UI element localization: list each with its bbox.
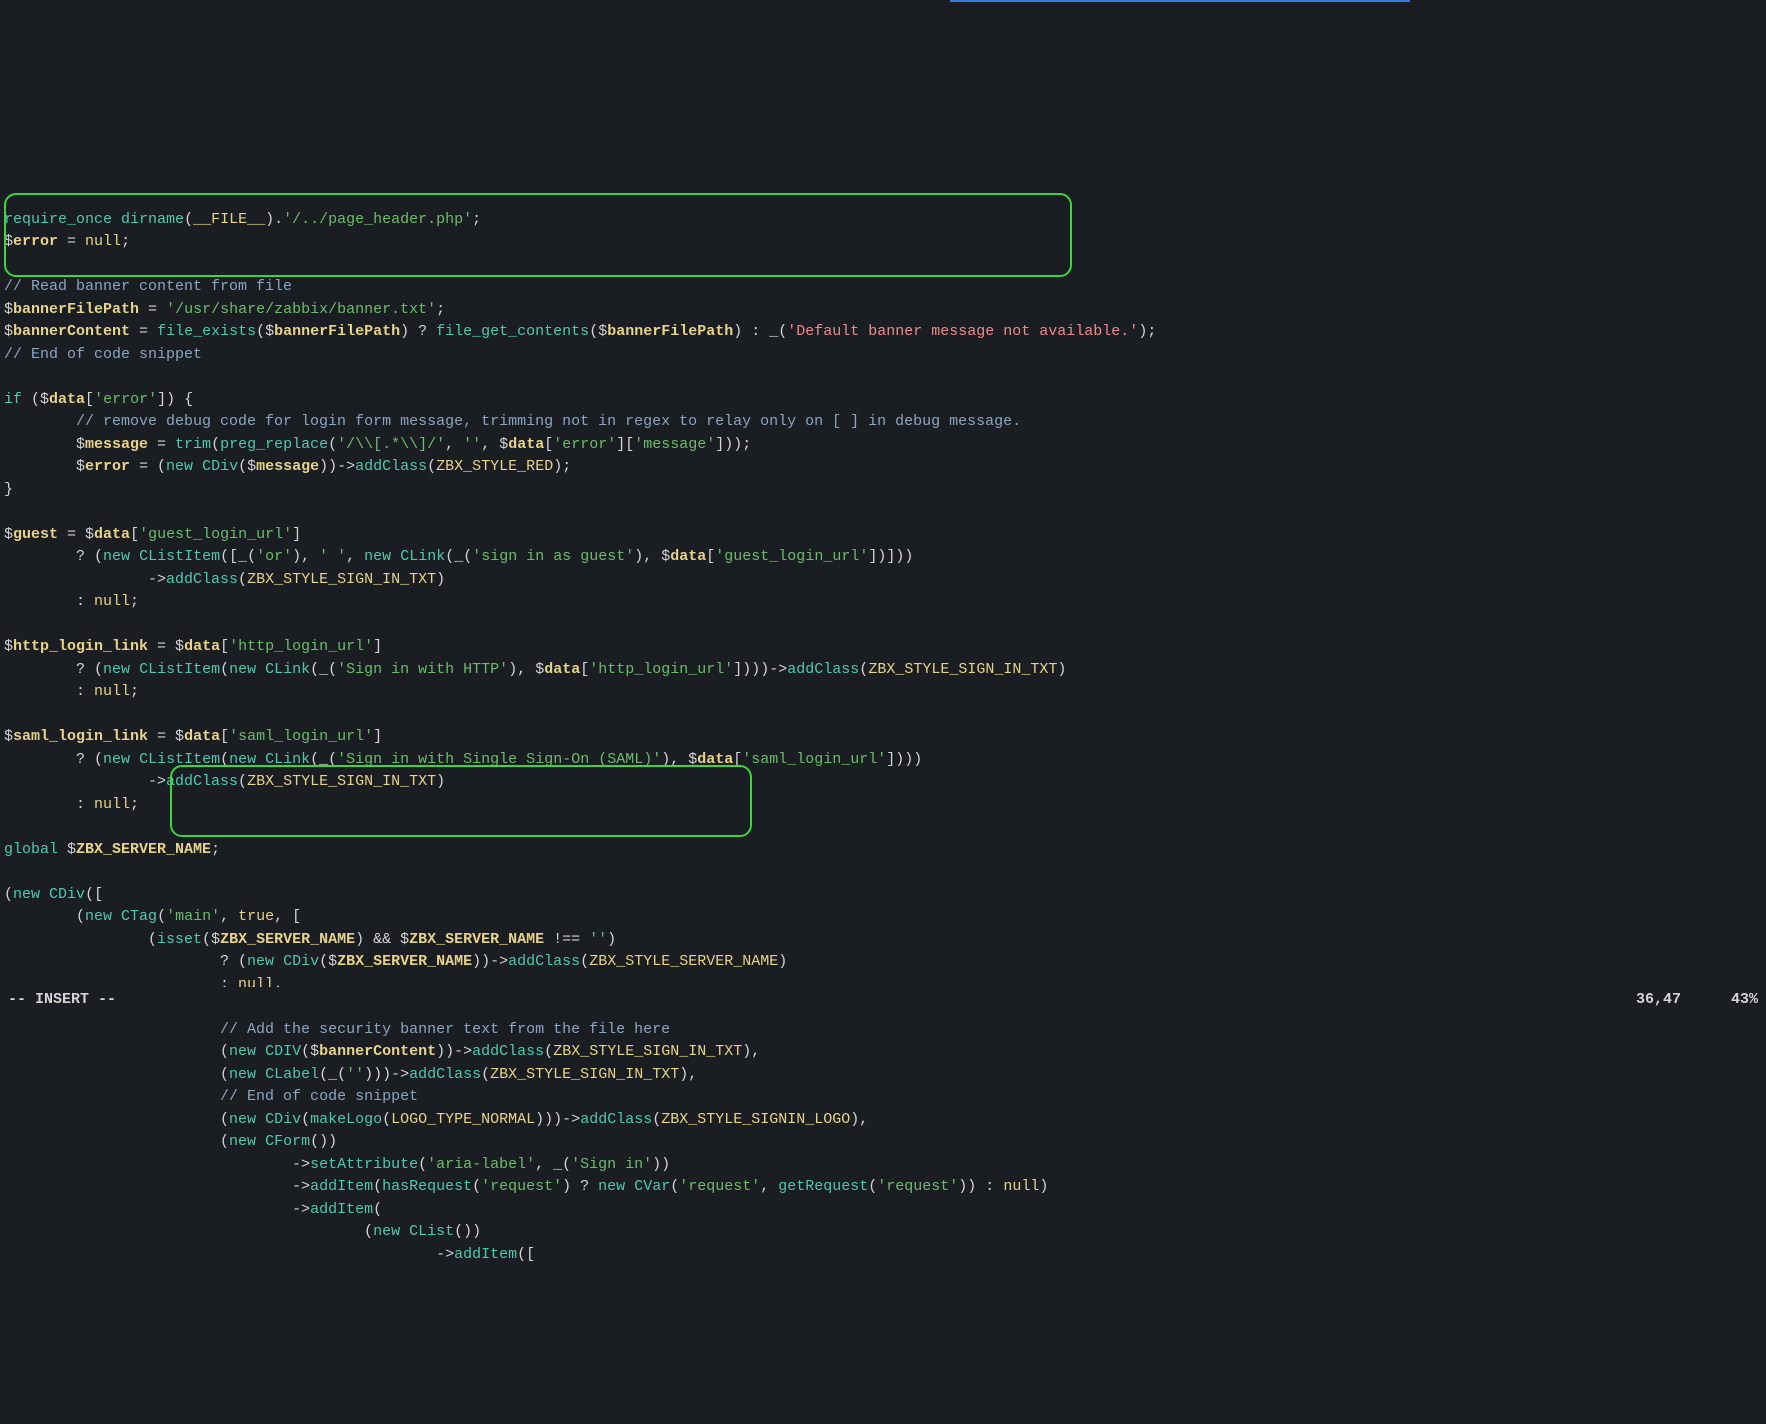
code-line: // End of code snippet [4,346,202,363]
code-line: ->setAttribute('aria-label', _('Sign in'… [4,1156,670,1173]
code-line: $bannerContent = file_exists($bannerFile… [4,323,1156,340]
code-line: (new CDiv([ [4,886,103,903]
code-line: : null; [4,796,139,813]
code-line: $message = trim(preg_replace('/\\[.*\\]/… [4,436,751,453]
code-line: ->addItem(hasRequest('request') ? new CV… [4,1178,1048,1195]
code-line: ->addItem( [4,1201,382,1218]
highlight-box-banner-read [4,193,1072,277]
code-line: (new CDiv(makeLogo(LOGO_TYPE_NORMAL)))->… [4,1111,868,1128]
code-line: (isset($ZBX_SERVER_NAME) && $ZBX_SERVER_… [4,931,616,948]
tab-indicator [950,0,1410,2]
code-line: (new CLabel(_('')))->addClass(ZBX_STYLE_… [4,1066,697,1083]
code-line: ? (new CListItem(new CLink(_('Sign in wi… [4,751,922,768]
cursor-position: 36,47 [1636,989,1681,1012]
editor-mode: -- INSERT -- [8,989,116,1012]
code-line: $http_login_link = $data['http_login_url… [4,638,382,655]
code-line: ->addItem([ [4,1246,535,1263]
code-line: if ($data['error']) { [4,391,193,408]
code-line: (new CForm()) [4,1133,337,1150]
code-line: (new CList()) [4,1223,481,1240]
code-line: ? (new CDiv($ZBX_SERVER_NAME))->addClass… [4,953,787,970]
code-line: (new CDIV($bannerContent))->addClass(ZBX… [4,1043,760,1060]
code-line: : null; [4,593,139,610]
code-line: ? (new CListItem([_('or'), ' ', new CLin… [4,548,913,565]
code-line: // Read banner content from file [4,278,292,295]
code-line: (new CTag('main', true, [ [4,908,301,925]
scroll-percent: 43% [1731,989,1758,1012]
code-line: $saml_login_link = $data['saml_login_url… [4,728,382,745]
status-bar: -- INSERT -- 36,47 43% [0,987,1766,1014]
code-line: $error = (new CDiv($message))->addClass(… [4,458,571,475]
code-line: $guest = $data['guest_login_url'] [4,526,301,543]
code-line: require_once dirname(__FILE__).'/../page… [4,211,481,228]
code-line: } [4,481,13,498]
code-line: global $ZBX_SERVER_NAME; [4,841,220,858]
code-line: $bannerFilePath = '/usr/share/zabbix/ban… [4,301,445,318]
code-line: // remove debug code for login form mess… [4,413,1021,430]
code-editor[interactable]: require_once dirname(__FILE__).'/../page… [4,141,1766,1266]
code-line: ->addClass(ZBX_STYLE_SIGN_IN_TXT) [4,571,445,588]
code-line: : null; [4,683,139,700]
code-line: ->addClass(ZBX_STYLE_SIGN_IN_TXT) [4,773,445,790]
code-line: ? (new CListItem(new CLink(_('Sign in wi… [4,661,1066,678]
code-line: // Add the security banner text from the… [4,1021,670,1038]
code-line: $error = null; [4,233,130,250]
code-line: // End of code snippet [4,1088,418,1105]
